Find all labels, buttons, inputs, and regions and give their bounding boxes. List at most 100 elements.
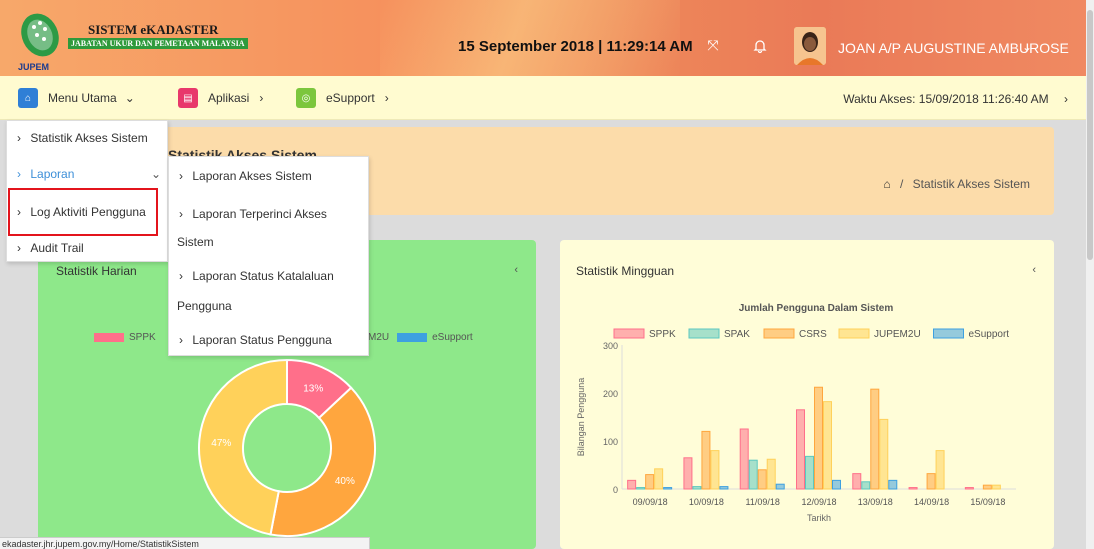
collapse-icon[interactable]: ‹ (1032, 264, 1036, 276)
weekly-card-title: Statistik Mingguan (576, 264, 675, 278)
bar (964, 487, 974, 490)
bar (879, 418, 889, 490)
bell-icon[interactable] (752, 38, 768, 54)
chevron-right-icon: › (17, 167, 21, 181)
legend-label: M2U (368, 332, 390, 343)
menu-item-label: Sistem (177, 235, 214, 249)
bar (861, 481, 871, 490)
nav-esupport[interactable]: ◎ eSupport › (296, 88, 389, 108)
menu-item-label: Audit Trail (30, 241, 84, 255)
legend-swatch (933, 328, 964, 339)
logo-subtitle: JABATAN UKUR DAN PEMETAAN MALAYSIA (68, 38, 248, 49)
menu-item-label: Laporan (30, 167, 75, 181)
legend-label: SPPK (649, 329, 676, 340)
weekly-bar-chart: Jumlah Pengguna Dalam Sistem SPPK SPAK CSRS… (576, 303, 1016, 523)
legend-item: SPPK (94, 332, 156, 343)
chevron-right-icon: › (384, 91, 389, 105)
weekly-stats-card: Statistik Mingguan ‹ Jumlah Pengguna Dal… (560, 240, 1054, 549)
top-header: SISTEM eKADASTER JABATAN UKUR DAN PEMETA… (0, 0, 1094, 76)
chevron-right-icon: › (17, 241, 21, 255)
submenu-laporan-katalaluan[interactable]: › Laporan Status Katalaluan (179, 269, 334, 283)
nav-aplikasi-label: Aplikasi (208, 91, 250, 105)
highlight-box (8, 188, 158, 236)
donut-slice-label: 47% (211, 438, 231, 449)
menu-item-label: Laporan Status Katalaluan (192, 269, 334, 283)
scrollbar[interactable] (1086, 0, 1094, 549)
chevron-right-icon: › (1064, 92, 1068, 106)
menu-item-label: Laporan Terperinci Akses (192, 207, 327, 221)
bar (991, 484, 1001, 490)
y-tick-label: 200 (603, 389, 618, 399)
chevron-down-icon: ⌄ (150, 167, 161, 181)
bar (757, 469, 767, 490)
nav-aplikasi[interactable]: ▤ Aplikasi › (178, 88, 263, 108)
nav-menu-utama[interactable]: ⌂ Menu Utama ⌄ (18, 88, 135, 108)
header-datetime: 15 September 2018 | 11:29:14 AM (458, 38, 693, 55)
bar (627, 479, 637, 490)
legend-swatch (763, 328, 795, 339)
chevron-right-icon: › (179, 207, 183, 221)
fullscreen-icon[interactable]: ⤧ (704, 37, 722, 55)
bar (805, 455, 814, 490)
menu-item-label: Laporan Akses Sistem (192, 169, 312, 183)
daily-card-title: Statistik Harian (56, 264, 137, 278)
bar (852, 473, 862, 490)
x-tick-label: 11/09/18 (746, 497, 780, 507)
submenu-laporan-terperinci[interactable]: › Laporan Terperinci Akses (179, 207, 327, 221)
menu-item-audit-trail[interactable]: › Audit Trail (17, 241, 84, 255)
x-axis-label: Tarikh (807, 513, 831, 523)
jupem-logo (21, 13, 59, 57)
home-icon[interactable]: ⌂ (883, 177, 890, 191)
logo-brand: JUPEM (18, 62, 50, 72)
scrollbar-thumb[interactable] (1087, 10, 1093, 260)
access-time-label: Waktu Akses: 15/09/2018 11:26:40 AM (843, 92, 1049, 106)
access-time[interactable]: Waktu Akses: 15/09/2018 11:26:40 AM › (843, 92, 1068, 106)
menu-item-laporan[interactable]: › Laporan ⌄ (17, 167, 161, 181)
bar (935, 450, 945, 490)
support-icon: ◎ (296, 88, 316, 108)
x-tick-label: 15/09/18 (970, 497, 1005, 507)
chevron-right-icon: › (259, 91, 264, 105)
bar (748, 459, 758, 490)
bar (982, 484, 992, 490)
menu-item-label: Statistik Akses Sistem (30, 131, 148, 145)
legend-swatch (397, 333, 428, 342)
bar (645, 474, 655, 490)
legend-label: CSRS (799, 329, 827, 340)
legend-label: SPAK (724, 329, 750, 340)
chevron-right-icon: › (17, 131, 21, 145)
menu-item-statistik[interactable]: › Statistik Akses Sistem (17, 131, 148, 145)
submenu-laporan-katalaluan-cont[interactable]: Pengguna (177, 299, 232, 313)
bar (832, 479, 841, 490)
bar (796, 409, 805, 490)
bar (663, 487, 673, 490)
bar (908, 487, 918, 490)
nav-menu-utama-label: Menu Utama (48, 91, 117, 105)
menu-item-label: Pengguna (177, 299, 232, 313)
x-tick-label: 10/09/18 (689, 497, 724, 507)
x-tick-label: 12/09/18 (801, 497, 836, 507)
collapse-icon[interactable]: ‹ (514, 264, 518, 276)
bar (636, 487, 646, 490)
submenu-laporan-akses[interactable]: › Laporan Akses Sistem (179, 169, 312, 183)
breadcrumb-separator: / (899, 177, 904, 191)
legend-label: eSupport (969, 329, 1010, 340)
avatar[interactable] (794, 27, 826, 65)
legend-swatch (613, 328, 645, 339)
nav-bar: ⌂ Menu Utama ⌄ ▤ Aplikasi › ◎ eSupport ›… (0, 76, 1094, 120)
bar (888, 479, 898, 490)
legend-item: eSupport (397, 332, 473, 343)
user-name[interactable]: JOAN A/P AUGUSTINE AMBUROSE (838, 40, 1069, 56)
logo-title: SISTEM eKADASTER (88, 22, 219, 37)
submenu-laporan-terperinci-cont[interactable]: Sistem (177, 235, 214, 249)
donut-slice-label: 13% (303, 383, 323, 394)
donut-slice-label: 40% (335, 476, 355, 487)
y-tick-label: 0 (613, 485, 618, 495)
bar (766, 458, 776, 490)
bar (692, 486, 702, 490)
daily-donut-chart: 13% 40% 47% (198, 358, 376, 537)
submenu-laporan-status[interactable]: › Laporan Status Pengguna (179, 333, 332, 347)
legend-label: SPPK (129, 332, 156, 343)
legend-swatch (688, 328, 720, 339)
chevron-down-icon[interactable]: ⌄ (1022, 40, 1032, 54)
